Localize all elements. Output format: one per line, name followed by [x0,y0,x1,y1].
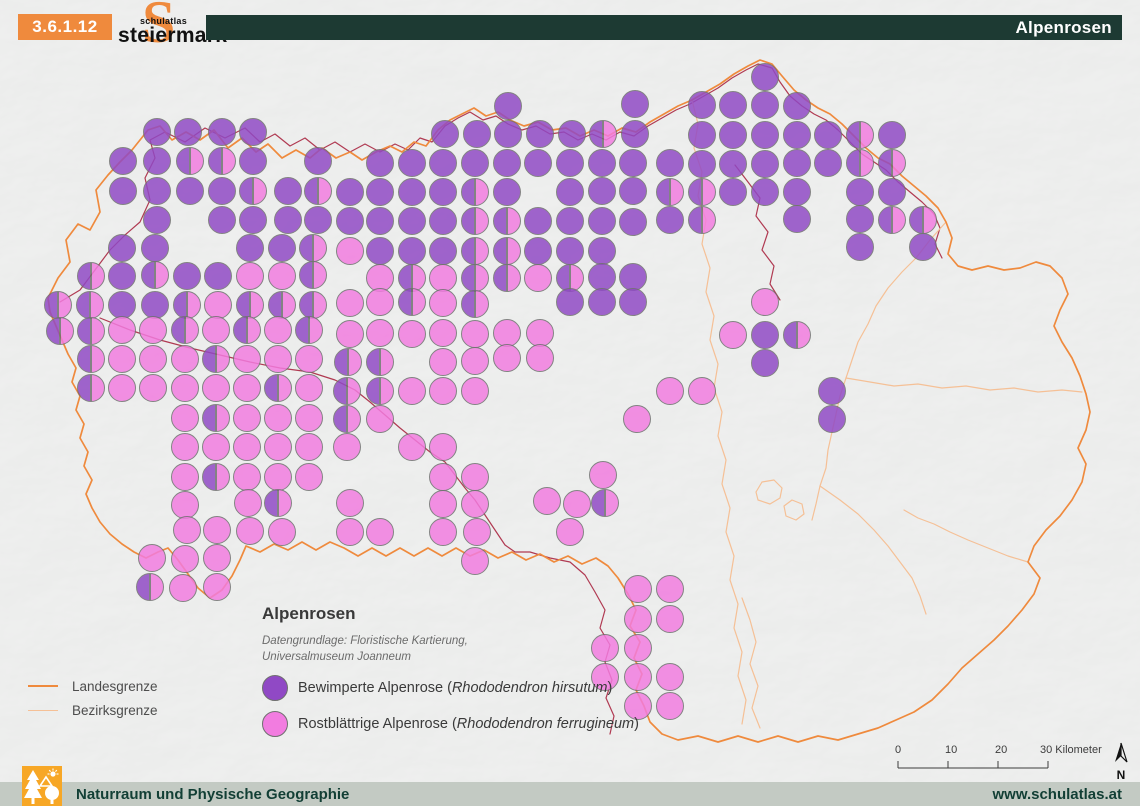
legend-source-line2: Universalmuseum Joanneum [262,650,639,666]
legend-item: Bewimperte Alpenrose (Rhododendron hirsu… [262,675,639,701]
boundary-legend-item: Landesgrenze [28,674,158,698]
legend-source-line1: Datengrundlage: Floristische Kartierung, [262,634,639,650]
scale-bar: 0102030 Kilometer [890,744,1090,772]
footer-category: Naturraum und Physische Geographie [76,786,349,803]
legend-item-label: Bewimperte Alpenrose (Rhododendron hirsu… [298,680,612,696]
boundary-legend-label: Bezirksgrenze [72,703,158,718]
map-legend: Alpenrosen Datengrundlage: Floristische … [262,604,639,737]
boundary-legend-item: Bezirksgrenze [28,698,158,722]
boundary-line-swatch [28,685,58,687]
north-arrow-icon [1110,742,1132,764]
boundary-line-swatch [28,710,58,711]
map-title-bar: Alpenrosen [206,15,1122,40]
header: 3.6.1.12 S schulatlas steiermark Alpenro… [0,0,1140,60]
north-label: N [1106,769,1136,781]
legend-swatch-circle [262,675,288,701]
boundary-legend-label: Landesgrenze [72,679,158,694]
scale-tick-label: 0 [895,744,901,756]
scale-tick-label: 20 [995,744,1007,756]
boundary-legend: Landesgrenze Bezirksgrenze [28,674,158,722]
legend-swatch-circle [262,711,288,737]
schulatlas-logo[interactable]: S schulatlas steiermark [118,0,204,60]
legend-items: Bewimperte Alpenrose (Rhododendron hirsu… [262,675,639,737]
legend-item-label: Rostblättrige Alpenrose (Rhododendron fe… [298,716,639,732]
legend-item: Rostblättrige Alpenrose (Rhododendron fe… [262,711,639,737]
nature-category-icon [22,766,62,806]
map-code-badge: 3.6.1.12 [18,14,112,40]
legend-title: Alpenrosen [262,604,639,624]
scale-end-label: 30 Kilometer [1040,744,1102,756]
footer-url[interactable]: www.schulatlas.at [993,786,1123,803]
page-title: Alpenrosen [1015,18,1112,38]
scale-tick-label: 10 [945,744,957,756]
north-arrow: N [1106,742,1136,781]
